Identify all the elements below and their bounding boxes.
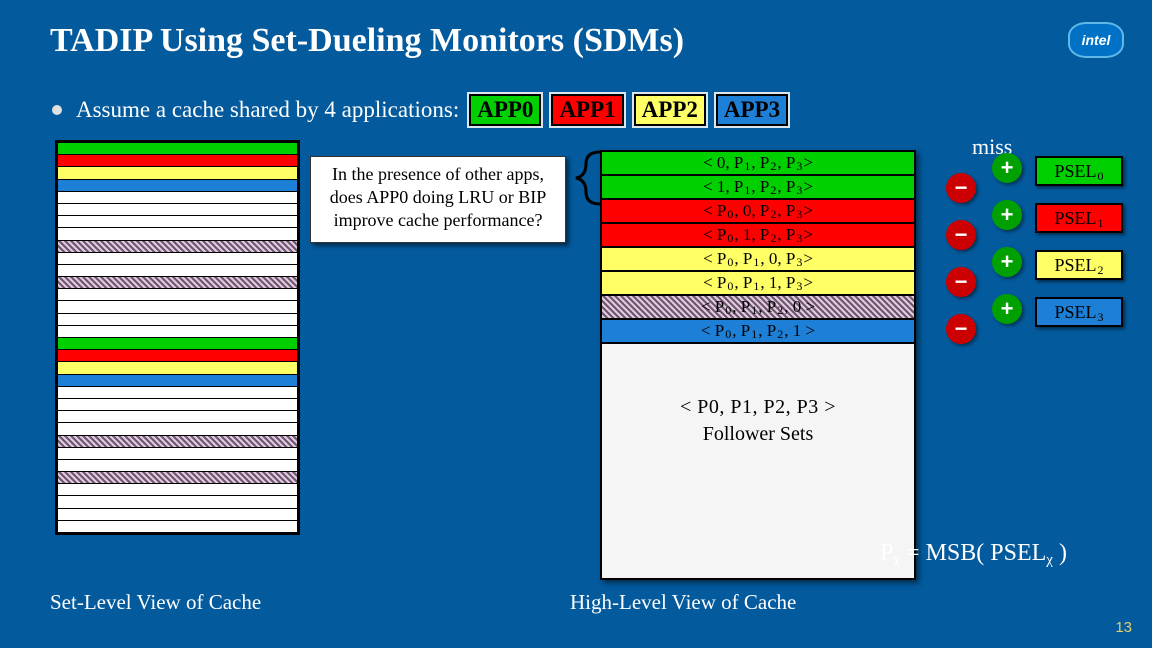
- plus-icon: +: [992, 247, 1022, 277]
- set-row: [58, 326, 297, 337]
- set-row: [58, 496, 297, 507]
- set-row: [58, 460, 297, 471]
- high-level-rows: < 0, P1, P2, P3 >< 1, P1, P2, P3 >< P0, …: [602, 152, 914, 344]
- set-level-caption: Set-Level View of Cache: [50, 590, 261, 615]
- brace-icon: [572, 150, 602, 206]
- high-level-cache-box: < 0, P1, P2, P3 >< 1, P1, P2, P3 >< P0, …: [600, 150, 916, 580]
- set-row: [58, 180, 297, 191]
- set-row: [58, 265, 297, 276]
- app3-chip: APP3: [716, 94, 788, 126]
- bullet-text: Assume a cache shared by 4 applications:: [76, 97, 459, 123]
- set-row: [58, 375, 297, 386]
- set-row: [58, 314, 297, 325]
- pm-pair-3: + −: [932, 296, 1022, 343]
- set-row: [58, 155, 297, 166]
- set-row: [58, 301, 297, 312]
- psel0-box: PSEL0: [1035, 156, 1123, 186]
- set-row: [58, 167, 297, 178]
- psel2-box: PSEL2: [1035, 250, 1123, 280]
- set-row: [58, 509, 297, 520]
- minus-icon: −: [946, 314, 976, 344]
- psel3-box: PSEL3: [1035, 297, 1123, 327]
- plus-icon: +: [992, 153, 1022, 183]
- intel-logo: intel: [1068, 22, 1124, 58]
- set-level-cache-column: [55, 140, 300, 535]
- equation: Pχ = MSB( PSELχ ): [880, 540, 1067, 567]
- set-row: [58, 216, 297, 227]
- set-row: [58, 204, 297, 215]
- set-row: [58, 411, 297, 422]
- minus-icon: −: [946, 267, 976, 297]
- set-row: [58, 143, 297, 154]
- set-row: [58, 338, 297, 349]
- high-level-caption: High-Level View of Cache: [570, 590, 796, 615]
- app1-chip: APP1: [551, 94, 623, 126]
- set-row: [58, 277, 297, 288]
- callout-box: In the presence of other apps, does APP0…: [310, 156, 566, 243]
- pm-pair-2: + −: [932, 249, 1022, 296]
- page-number: 13: [1115, 619, 1132, 636]
- pm-pair-1: + −: [932, 202, 1022, 249]
- set-row: [58, 399, 297, 410]
- app0-chip: APP0: [469, 94, 541, 126]
- app2-chip: APP2: [634, 94, 706, 126]
- high-level-row: < P0, P1, 0, P3 >: [602, 248, 914, 272]
- set-row: [58, 192, 297, 203]
- set-row: [58, 521, 297, 532]
- set-row: [58, 228, 297, 239]
- high-level-row: < 0, P1, P2, P3 >: [602, 152, 914, 176]
- follower-sets-label: Follower Sets: [703, 423, 814, 446]
- high-level-row: < P0, 1, P2, P3 >: [602, 224, 914, 248]
- follower-sets-area: < P0, P1, P2, P3 > Follower Sets: [602, 344, 914, 578]
- bullet-line: Assume a cache shared by 4 applications:…: [52, 94, 788, 126]
- psel-column: PSEL0 PSEL1 PSEL2 PSEL3: [1035, 156, 1123, 327]
- set-row: [58, 484, 297, 495]
- set-row: [58, 472, 297, 483]
- pm-pair-0: + −: [932, 155, 1022, 202]
- set-row: [58, 436, 297, 447]
- set-row: [58, 423, 297, 434]
- high-level-row: < P0, P1, P2, 1 >: [602, 320, 914, 344]
- high-level-row: < P0, P1, 1, P3 >: [602, 272, 914, 296]
- follower-policy-vector: < P0, P1, P2, P3 >: [680, 396, 836, 419]
- set-row: [58, 350, 297, 361]
- set-row: [58, 387, 297, 398]
- set-row: [58, 289, 297, 300]
- set-row: [58, 241, 297, 252]
- high-level-row: < P0, 0, P2, P3 >: [602, 200, 914, 224]
- slide-title: TADIP Using Set-Dueling Monitors (SDMs): [50, 22, 684, 60]
- set-row: [58, 448, 297, 459]
- psel1-box: PSEL1: [1035, 203, 1123, 233]
- minus-icon: −: [946, 173, 976, 203]
- set-row: [58, 362, 297, 373]
- set-row: [58, 253, 297, 264]
- plus-icon: +: [992, 294, 1022, 324]
- bullet-dot-icon: [52, 105, 62, 115]
- plus-icon: +: [992, 200, 1022, 230]
- minus-icon: −: [946, 220, 976, 250]
- plus-minus-column: + − + − + − + −: [932, 155, 1022, 343]
- high-level-row: < P0, P1, P2, 0 >: [602, 296, 914, 320]
- high-level-row: < 1, P1, P2, P3 >: [602, 176, 914, 200]
